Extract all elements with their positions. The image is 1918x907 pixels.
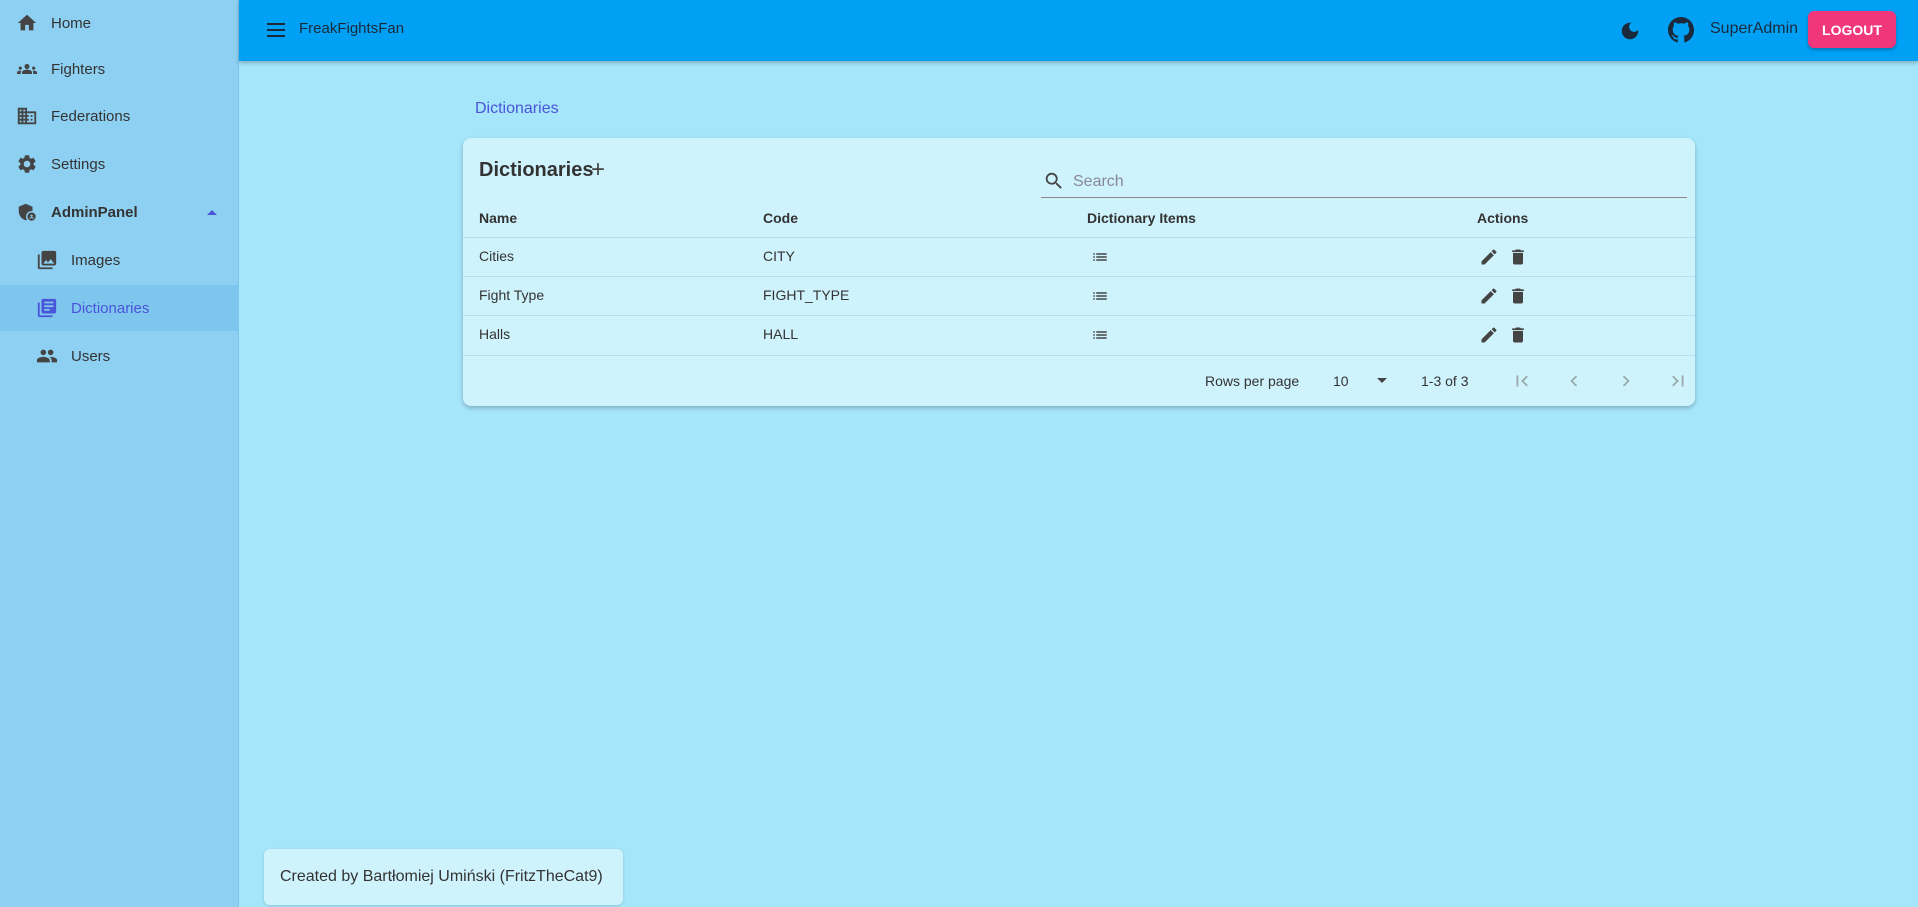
github-icon[interactable] xyxy=(1667,16,1695,44)
add-dictionary-button[interactable]: + xyxy=(591,156,605,184)
column-header-dictionary-items: Dictionary Items xyxy=(1087,210,1196,226)
table-row: Halls HALL xyxy=(463,315,1695,354)
logout-button[interactable]: LOGOUT xyxy=(1808,11,1896,48)
sidebar-item-users[interactable]: Users xyxy=(0,333,239,379)
cell-name: Halls xyxy=(479,326,511,342)
building-icon xyxy=(14,103,40,129)
gear-icon xyxy=(14,151,40,177)
search-icon xyxy=(1043,170,1065,197)
sidebar-item-label: Home xyxy=(51,14,92,32)
rows-per-page-label: Rows per page xyxy=(1205,373,1300,389)
table-row: Fight Type FIGHT_TYPE xyxy=(463,276,1695,315)
sidebar-item-adminpanel[interactable]: AdminPanel xyxy=(0,189,239,235)
edit-icon[interactable] xyxy=(1479,247,1499,272)
sidebar-item-label: Settings xyxy=(51,155,106,173)
sidebar-item-settings[interactable]: Settings xyxy=(0,141,239,187)
pagination-range: 1-3 of 3 xyxy=(1421,373,1469,389)
column-header-code[interactable]: Code xyxy=(763,210,798,226)
chevron-down-icon xyxy=(1377,378,1387,383)
delete-icon[interactable] xyxy=(1508,247,1528,272)
cell-name: Fight Type xyxy=(479,287,545,303)
list-icon[interactable] xyxy=(1091,248,1109,271)
edit-icon[interactable] xyxy=(1479,325,1499,350)
delete-icon[interactable] xyxy=(1508,286,1528,311)
admin-shield-icon xyxy=(14,199,40,225)
table-pagination: Rows per page 10 1-3 of 3 xyxy=(463,355,1695,406)
sidebar-item-label: Dictionaries xyxy=(71,299,150,317)
list-icon[interactable] xyxy=(1091,287,1109,310)
sidebar-item-label: AdminPanel xyxy=(51,203,138,221)
search-field xyxy=(1041,166,1687,198)
chevron-up-icon xyxy=(207,209,217,215)
users-icon xyxy=(34,343,60,369)
credit-text: Created by Bartłomiej Umiński (FritzTheC… xyxy=(280,868,603,885)
last-page-icon[interactable] xyxy=(1665,368,1691,394)
edit-icon[interactable] xyxy=(1479,286,1499,311)
column-header-actions: Actions xyxy=(1477,210,1529,226)
sidebar-item-dictionaries[interactable]: Dictionaries xyxy=(0,285,239,331)
sidebar-item-federations[interactable]: Federations xyxy=(0,93,239,139)
cell-code: CITY xyxy=(763,248,795,264)
sidebar-item-label: Users xyxy=(71,347,111,365)
user-name: SuperAdmin xyxy=(1710,20,1799,37)
library-books-icon xyxy=(34,295,60,321)
list-icon[interactable] xyxy=(1091,326,1109,349)
sidebar-item-images[interactable]: Images xyxy=(0,237,239,283)
delete-icon[interactable] xyxy=(1508,325,1528,350)
sidebar-item-label: Images xyxy=(71,251,121,269)
first-page-icon[interactable] xyxy=(1509,368,1535,394)
sidebar-item-fighters[interactable]: Fighters xyxy=(0,46,239,92)
column-header-name[interactable]: Name xyxy=(479,210,517,226)
images-icon xyxy=(34,247,60,273)
credit-box: Created by Bartłomiej Umiński (FritzTheC… xyxy=(264,849,623,905)
sidebar-item-home[interactable]: Home xyxy=(0,0,239,46)
cell-code: FIGHT_TYPE xyxy=(763,287,850,303)
sidebar-item-label: Fighters xyxy=(51,60,106,78)
rows-per-page-value: 10 xyxy=(1333,373,1349,389)
dictionaries-table-card: Dictionaries + Name Code Dictionary Item… xyxy=(463,138,1695,406)
rows-per-page-select[interactable]: 10 xyxy=(1333,370,1393,392)
dark-mode-icon[interactable] xyxy=(1616,17,1644,45)
groups-icon xyxy=(14,56,40,82)
menu-icon[interactable] xyxy=(263,18,289,42)
breadcrumb[interactable]: Dictionaries xyxy=(475,100,559,118)
home-icon xyxy=(14,10,40,36)
sidebar-item-label: Federations xyxy=(51,107,131,125)
sidebar: Home Fighters Federations Settings Admin… xyxy=(0,0,239,907)
table-row: Cities CITY xyxy=(463,237,1695,276)
cell-name: Cities xyxy=(479,248,515,264)
previous-page-icon[interactable] xyxy=(1561,368,1587,394)
app-title[interactable]: FreakFightsFan xyxy=(299,20,404,37)
table-title: Dictionaries xyxy=(479,159,594,181)
app-bar: FreakFightsFan SuperAdmin LOGOUT xyxy=(239,0,1918,61)
search-input[interactable] xyxy=(1073,170,1673,194)
cell-code: HALL xyxy=(763,326,799,342)
next-page-icon[interactable] xyxy=(1613,368,1639,394)
